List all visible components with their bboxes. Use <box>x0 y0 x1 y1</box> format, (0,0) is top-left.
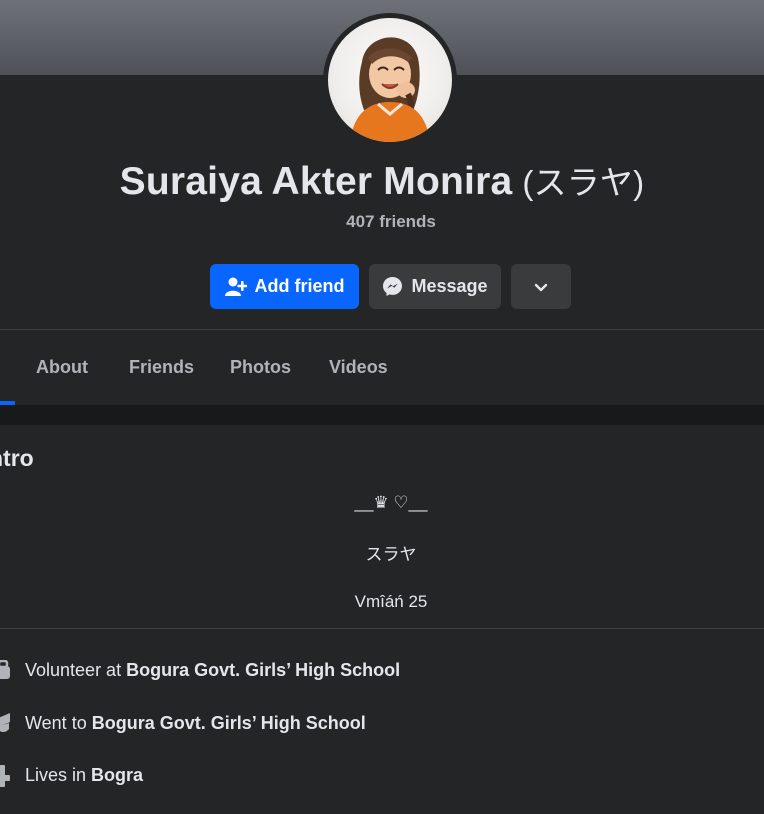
intro-divider <box>0 628 764 629</box>
messenger-icon <box>382 276 403 297</box>
bio-line: __♛ ♡__ <box>354 493 428 512</box>
profile-picture[interactable] <box>323 13 457 147</box>
home-icon <box>0 765 10 792</box>
detail-text: Went to Bogura Govt. Girls’ High School <box>25 713 366 734</box>
workplace-link[interactable]: Bogura Govt. Girls’ High School <box>126 660 400 680</box>
add-person-icon <box>224 277 247 297</box>
bio-line: スラヤ <box>365 545 417 564</box>
school-link[interactable]: Bogura Govt. Girls’ High School <box>92 713 366 733</box>
detail-prefix: Went to <box>25 712 92 733</box>
tab-friends[interactable]: Friends <box>129 357 194 378</box>
add-friend-label: Add friend <box>254 276 345 296</box>
chevron-down-icon <box>534 276 548 297</box>
tab-videos[interactable]: Videos <box>329 357 388 378</box>
graduation-cap-icon <box>0 713 10 740</box>
detail-prefix: Lives in <box>25 764 92 785</box>
detail-text: Lives in Bogra <box>25 765 143 786</box>
section-separator <box>0 405 764 425</box>
detail-prefix: Volunteer at <box>25 659 127 680</box>
detail-text: Volunteer at Bogura Govt. Girls’ High Sc… <box>25 660 400 681</box>
intro-heading: ntro <box>0 445 34 471</box>
more-options-button[interactable] <box>511 264 571 309</box>
profile-name: Suraiya Akter Monira (スラヤ) <box>0 156 764 204</box>
add-friend-button[interactable]: Add friend <box>210 264 359 309</box>
profile-alternate-name: (スラヤ) <box>522 164 645 201</box>
tab-about[interactable]: About <box>36 357 88 378</box>
briefcase-icon <box>0 659 10 685</box>
friends-count[interactable]: 407 friends <box>0 212 764 232</box>
message-button[interactable]: Message <box>369 264 501 309</box>
profile-name-text: Suraiya Akter Monira <box>119 160 513 203</box>
message-label: Message <box>411 276 488 296</box>
tab-photos[interactable]: Photos <box>230 357 291 378</box>
avatar <box>328 18 452 142</box>
location-link[interactable]: Bogra <box>91 765 143 785</box>
bio-line: Vmîáń 25 <box>354 592 428 611</box>
profile-tabs: About Friends Photos Videos <box>0 330 764 405</box>
